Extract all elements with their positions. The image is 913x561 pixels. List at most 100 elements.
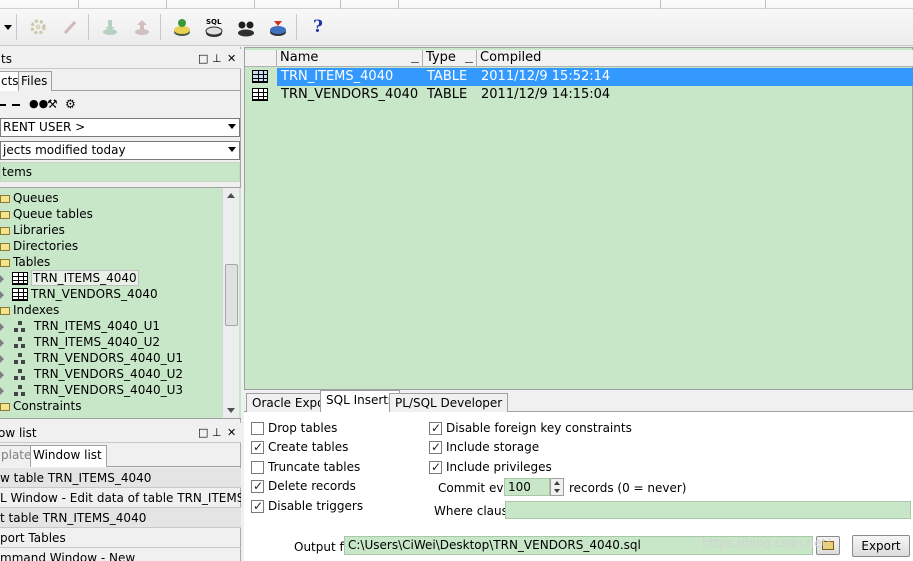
tree-node-queues[interactable]: Queues [0,190,59,206]
wand-icon[interactable] [58,15,82,39]
toolbar: SQL ? [0,0,913,46]
disable-triggers-checkbox[interactable]: Disable triggers [251,499,363,515]
help-icon[interactable]: ? [306,15,330,39]
chevron-down-icon [228,124,236,129]
tree-node-tables[interactable]: Tables [0,254,50,270]
database-binoculars-icon[interactable] [234,15,258,39]
table-cell-type[interactable]: TABLE [423,68,477,86]
expand-arrow-icon[interactable] [0,370,4,379]
tree-node-index[interactable]: TRN_ITEMS_4040_U1 [0,318,160,334]
expand-arrow-icon[interactable] [0,386,4,395]
window-list-item[interactable]: t table TRN_ITEMS_4040 [0,508,241,528]
folder-icon [0,402,10,411]
binoculars-icon[interactable]: ●● [29,97,48,110]
delete-records-checkbox[interactable]: Delete records [251,479,356,495]
where-clause-label: Where clause [434,504,516,518]
tree-scrollbar[interactable] [222,188,239,418]
commit-suffix-label: records (0 = never) [569,481,687,495]
tree-node-label: Directories [13,239,79,253]
create-tables-checkbox[interactable]: Create tables [251,440,348,456]
column-header-type[interactable]: Type [423,50,477,67]
tree-node-libraries[interactable]: Libraries [0,222,65,238]
search-input[interactable]: tems [0,162,240,182]
where-clause-input[interactable] [505,501,911,519]
database-upload-icon[interactable] [130,15,154,39]
tree-node-index[interactable]: TRN_ITEMS_4040_U2 [0,334,160,350]
table-cell-name[interactable]: TRN_ITEMS_4040 [277,68,423,86]
scroll-down-icon[interactable] [227,408,235,413]
tree-node-label: Tables [13,255,51,269]
tree-node-constraints[interactable]: Constraints [0,398,81,414]
stepper-down-icon[interactable] [554,489,560,493]
include-storage-checkbox[interactable]: Include storage [429,440,539,456]
window-list-tabs: plates Window list [0,443,241,467]
include-privileges-checkbox[interactable]: Include privileges [429,460,552,476]
quantity-stepper[interactable] [550,478,564,496]
pin-icon[interactable]: ⊥ [212,52,222,65]
objects-tabs: cts Files [0,69,241,91]
window-list-item[interactable]: mmand Window - New [0,548,241,561]
stepper-up-icon[interactable] [554,481,560,485]
tab-files[interactable]: Files [18,71,53,91]
table-cell-compiled[interactable]: 2011/12/9 15:52:14 [477,68,913,86]
user-combo[interactable]: RENT USER > [0,118,240,137]
tree-node-label: TRN_VENDORS_4040 [31,287,158,301]
commit-every-input[interactable]: 100 [504,478,550,496]
table-cell-type[interactable]: TABLE [423,86,477,103]
gear-icon[interactable] [26,15,50,39]
column-header-name[interactable]: Name [277,50,423,67]
drop-tables-checkbox[interactable]: Drop tables [251,421,337,437]
toolbar-separator [296,14,297,40]
filter-combo-value: jects modified today [3,143,126,157]
checkbox-label: Disable foreign key constraints [446,421,632,435]
scroll-thumb[interactable] [225,264,238,326]
tree-node-directories[interactable]: Directories [0,238,78,254]
tree-node-index[interactable]: TRN_VENDORS_4040_U2 [0,366,183,382]
window-list-item[interactable]: w table TRN_ITEMS_4040 [0,468,241,488]
database-connect-icon[interactable] [170,15,194,39]
column-header-compiled[interactable]: Compiled [477,50,913,67]
tree-node-index[interactable]: TRN_VENDORS_4040_U3 [0,382,183,398]
close-icon[interactable]: ✕ [227,52,236,65]
index-icon [14,368,26,381]
table-icon [252,69,271,83]
tree-node-queue-tables[interactable]: Queue tables [0,206,93,222]
database-download-icon[interactable] [98,15,122,39]
tree-node-table[interactable]: TRN_VENDORS_4040 [0,286,158,302]
filter-combo[interactable]: jects modified today [0,141,240,160]
minimize-icon[interactable]: □ [198,426,208,439]
expand-arrow-icon[interactable] [0,274,4,283]
tree-node-indexes[interactable]: Indexes [0,302,59,318]
tree-node-table[interactable]: TRN_ITEMS_4040 [0,270,139,286]
disable-fk-checkbox[interactable]: Disable foreign key constraints [429,421,632,437]
filter-icon[interactable]: ⚒ [47,97,58,111]
expand-arrow-icon[interactable] [0,354,4,363]
menu-strip [0,0,913,9]
close-icon[interactable]: ✕ [227,426,236,439]
checkbox-checked-icon [429,421,442,435]
filter-edit-icon[interactable]: ⚙ [65,97,76,111]
table-cell-compiled[interactable]: 2011/12/9 14:15:04 [477,86,913,103]
table-cell-name[interactable]: TRN_VENDORS_4040 [277,86,423,103]
expand-arrow-icon[interactable] [0,338,4,347]
expand-arrow-icon[interactable] [0,322,4,331]
tab-plsql-developer[interactable]: PL/SQL Developer [389,393,509,412]
checkbox-label: Include storage [446,440,540,454]
sql-database-icon[interactable]: SQL [202,15,226,39]
tree-node-index[interactable]: TRN_VENDORS_4040_U1 [0,350,183,366]
database-export-icon[interactable] [266,15,290,39]
minimize-icon[interactable]: □ [198,52,208,65]
expand-arrow-icon[interactable] [0,290,4,299]
pin-icon[interactable]: ⊥ [212,426,222,439]
object-tree: Queues Queue tables Libraries Directorie… [0,187,241,419]
window-list-item[interactable]: L Window - Edit data of table TRN_ITEMS_… [0,488,241,508]
index-icon [14,336,26,349]
tab-window-list[interactable]: Window list [30,445,107,467]
window-list-item[interactable]: port Tables [0,528,241,548]
truncate-tables-checkbox[interactable]: Truncate tables [251,460,360,476]
collapse-icon[interactable] [12,104,20,106]
export-button[interactable]: Export [852,535,910,557]
expand-all-icon[interactable] [0,104,6,106]
scroll-up-icon[interactable] [227,193,235,198]
dropdown-arrow-icon[interactable] [0,15,20,39]
